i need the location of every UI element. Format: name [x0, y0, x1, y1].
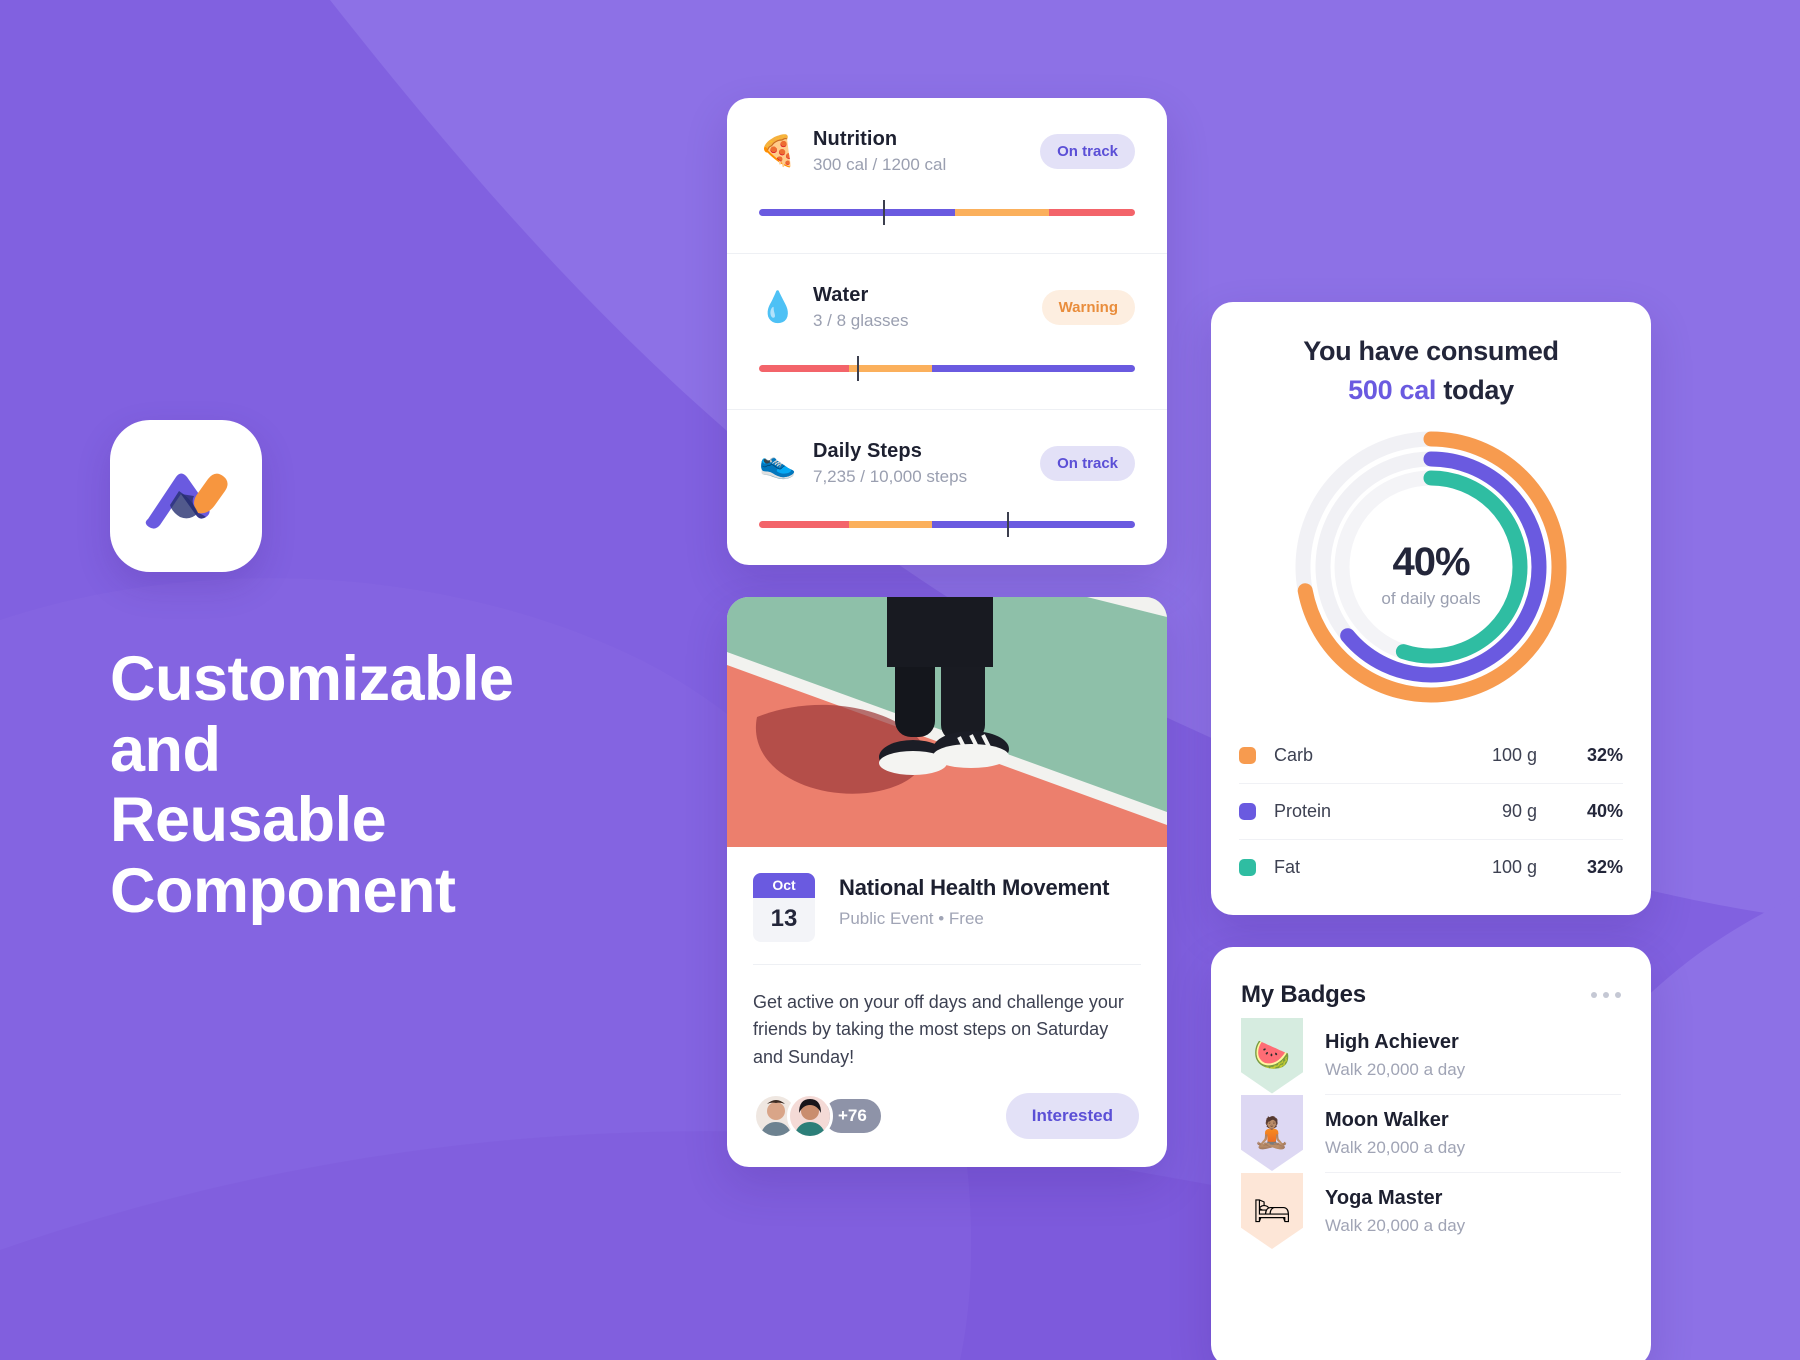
- progress-segment: [759, 365, 850, 372]
- event-photo: [727, 597, 1167, 847]
- status-badge: On track: [1040, 134, 1135, 169]
- hero-line-2: and: [110, 714, 221, 785]
- tracker-row: 🍕 Nutrition 300 cal / 1200 cal On track: [727, 98, 1167, 227]
- tracker-row: 💧 Water 3 / 8 glasses Warning: [727, 253, 1167, 383]
- legend-percent: 40%: [1586, 801, 1623, 821]
- legend-row: Protein 90 g 40%: [1239, 783, 1623, 839]
- progress-marker: [883, 200, 886, 225]
- calories-amount: 500 cal: [1348, 375, 1437, 405]
- badges-title: My Badges: [1241, 981, 1366, 1008]
- legend-label: Carb: [1274, 745, 1314, 765]
- hero-line-3: Reusable: [110, 785, 387, 856]
- progress-bar[interactable]: [759, 353, 1135, 383]
- page-title: Customizable and Reusable Component: [110, 644, 730, 926]
- avatar[interactable]: [787, 1093, 833, 1140]
- hero-section: Customizable and Reusable Component: [110, 420, 730, 926]
- badge-row[interactable]: 🛏 Yoga Master Walk 20,000 a day: [1211, 1172, 1651, 1250]
- progress-segment: [931, 521, 1135, 528]
- watermelon-icon: 🍉: [1241, 1017, 1303, 1094]
- event-card[interactable]: Oct 13 National Health Movement Public E…: [727, 597, 1167, 1168]
- legend-amount: 100 g: [1491, 857, 1537, 877]
- event-title: National Health Movement: [839, 875, 1110, 900]
- progress-marker: [856, 356, 859, 381]
- legend-amount: 100 g: [1491, 745, 1537, 765]
- calories-amount-suffix: today: [1436, 375, 1514, 405]
- tracker-sub: 300 cal / 1200 cal: [813, 155, 947, 174]
- attendee-avatars[interactable]: +76: [753, 1093, 884, 1140]
- water-drop-icon: 💧: [759, 290, 797, 324]
- badge-row[interactable]: 🍉 High Achiever Walk 20,000 a day: [1211, 1017, 1651, 1094]
- tracker-row: 👟 Daily Steps 7,235 / 10,000 steps On tr…: [727, 409, 1167, 539]
- badge-row[interactable]: 🧘🏽 Moon Walker Walk 20,000 a day: [1211, 1094, 1651, 1172]
- tracker-name: Daily Steps: [813, 440, 922, 462]
- legend-row: Fat 100 g 32%: [1239, 839, 1623, 895]
- tracker-sub: 7,235 / 10,000 steps: [813, 467, 968, 486]
- tracker-name: Nutrition: [813, 128, 898, 150]
- progress-segment: [849, 365, 932, 372]
- legend-row: Carb 100 g 32%: [1239, 728, 1623, 783]
- status-badge: On track: [1040, 446, 1135, 481]
- progress-bar[interactable]: [759, 509, 1135, 539]
- app-logo-chevron-icon: [145, 473, 228, 529]
- progress-segment: [931, 365, 1135, 372]
- macros-legend: Carb 100 g 32% Protein 90 g 40% Fat 100 …: [1211, 722, 1651, 915]
- badge-sub: Walk 20,000 a day: [1325, 1138, 1466, 1157]
- calories-headline: You have consumed: [1303, 336, 1559, 366]
- legend-swatch-icon: [1239, 803, 1256, 820]
- pizza-icon: 🍕: [759, 134, 797, 168]
- calories-card: You have consumed 500 cal today 40% of d…: [1211, 302, 1651, 915]
- badge-name: High Achiever: [1325, 1031, 1459, 1053]
- calories-header: You have consumed 500 cal today: [1211, 302, 1651, 406]
- app-logo-tile: [110, 420, 262, 572]
- tracker-name: Water: [813, 284, 869, 306]
- legend-percent: 32%: [1586, 745, 1623, 765]
- badge-sub: Walk 20,000 a day: [1325, 1216, 1466, 1235]
- legend-label: Protein: [1274, 801, 1332, 821]
- badge-sub: Walk 20,000 a day: [1325, 1060, 1466, 1079]
- court-photo-illustration: [727, 597, 1167, 847]
- event-footer: +76 Interested: [727, 1093, 1167, 1167]
- event-description: Get active on your off days and challeng…: [753, 964, 1141, 1093]
- event-subtitle: Public Event • Free: [839, 909, 984, 928]
- donut-caption: of daily goals: [1381, 589, 1481, 608]
- progress-segment: [954, 209, 1049, 216]
- legend-swatch-icon: [1239, 859, 1256, 876]
- sneaker-icon: 👟: [759, 446, 797, 480]
- tracker-sub: 3 / 8 glasses: [813, 311, 909, 330]
- badges-header: My Badges: [1211, 947, 1651, 1017]
- event-day: 13: [770, 905, 798, 932]
- status-badge: Warning: [1041, 290, 1135, 325]
- more-options-icon[interactable]: [1591, 992, 1621, 998]
- legend-percent: 32%: [1586, 857, 1623, 877]
- badge-name: Yoga Master: [1325, 1187, 1443, 1209]
- hero-line-1: Customizable: [110, 644, 514, 714]
- calories-amount-line: 500 cal today: [1231, 375, 1631, 406]
- legend-amount: 90 g: [1501, 801, 1537, 821]
- calories-donut-chart: 40% of daily goals: [1211, 406, 1651, 722]
- event-month: Oct: [753, 873, 815, 898]
- meditation-icon: 🧘🏽: [1241, 1095, 1303, 1171]
- progress-segment: [759, 521, 850, 528]
- progress-segment: [1048, 209, 1135, 216]
- progress-segment: [849, 521, 932, 528]
- event-meta: Oct 13 National Health Movement Public E…: [727, 847, 1167, 964]
- badges-card: My Badges 🍉 High Achiever Walk 20,000 a …: [1211, 947, 1651, 1360]
- health-tracker-card: 🍕 Nutrition 300 cal / 1200 cal On track …: [727, 98, 1167, 565]
- progress-marker: [1007, 512, 1010, 537]
- progress-bar[interactable]: [759, 197, 1135, 227]
- badge-name: Moon Walker: [1325, 1109, 1449, 1131]
- legend-swatch-icon: [1239, 747, 1256, 764]
- hero-line-4: Component: [110, 855, 456, 926]
- bed-icon: 🛏: [1241, 1173, 1303, 1249]
- event-date-chip: Oct 13: [753, 873, 815, 942]
- interested-button[interactable]: Interested: [1005, 1093, 1139, 1140]
- progress-segment: [759, 209, 955, 216]
- legend-label: Fat: [1274, 857, 1301, 877]
- avatar-person-2-icon: [790, 1096, 830, 1137]
- donut-percent: 40%: [1392, 540, 1470, 584]
